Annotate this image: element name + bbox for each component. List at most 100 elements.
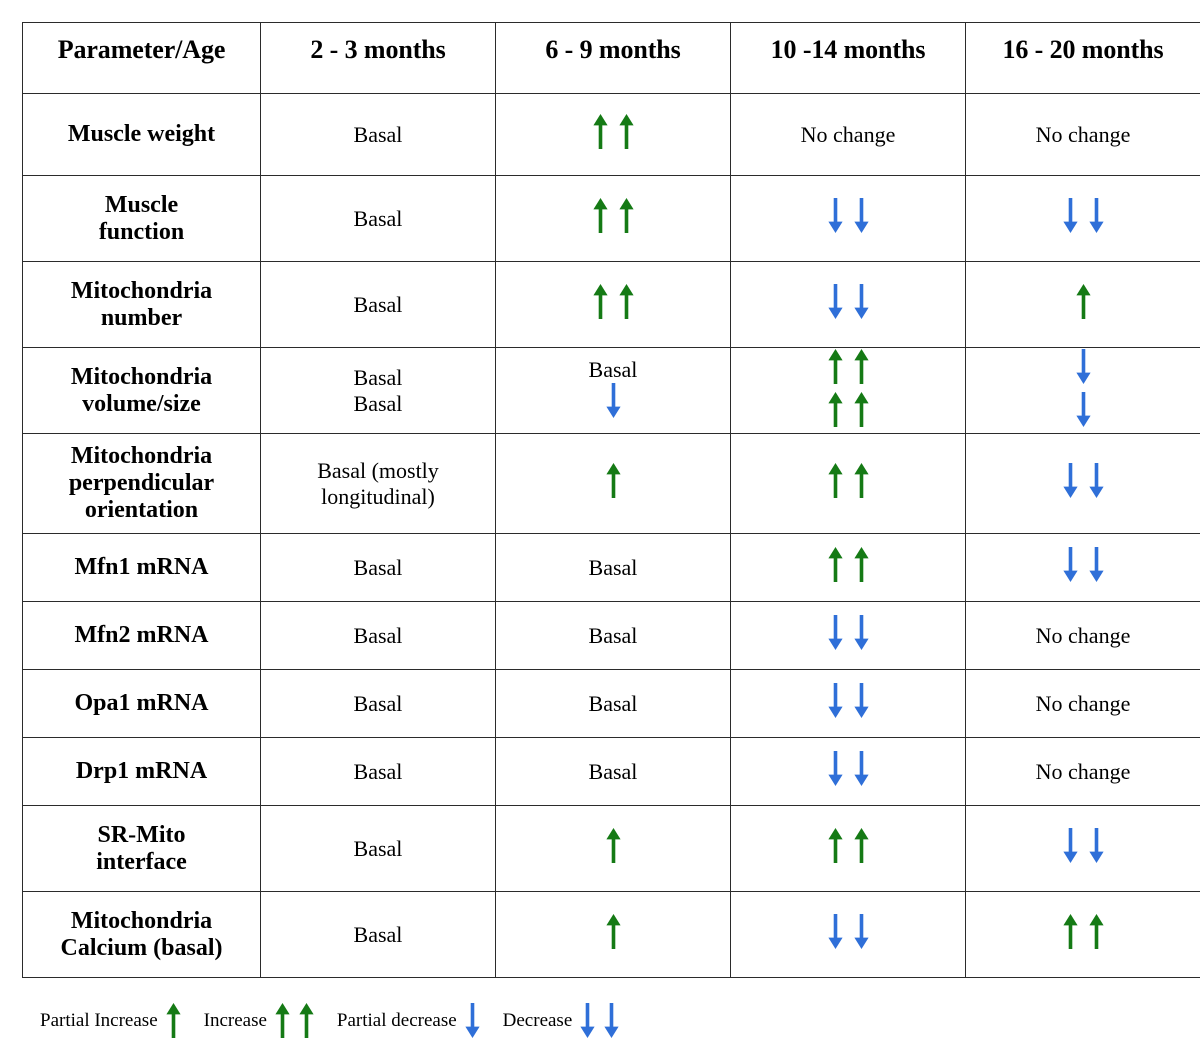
table-cell: No change bbox=[731, 94, 966, 176]
double-up-arrow-icon bbox=[827, 391, 870, 428]
cell-line: Basal bbox=[261, 206, 495, 231]
table-cell bbox=[496, 176, 731, 262]
legend-item-label: Partial Increase bbox=[40, 1010, 158, 1032]
double-down-arrow-icon bbox=[1062, 462, 1105, 499]
up-arrow-icon bbox=[605, 827, 622, 864]
table-cell bbox=[731, 176, 966, 262]
cell-value-text: Basal (mostly bbox=[317, 458, 439, 483]
up-arrow-icon bbox=[827, 462, 844, 499]
up-arrow-icon bbox=[274, 1002, 291, 1039]
double-down-arrow-icon bbox=[1062, 197, 1105, 234]
up-arrow-icon bbox=[1088, 913, 1105, 950]
cell-line: No change bbox=[966, 122, 1200, 147]
row-parameter-line: perpendicular bbox=[23, 470, 260, 497]
up-arrow-icon bbox=[1075, 283, 1092, 320]
table-cell bbox=[496, 806, 731, 892]
down-arrow-icon bbox=[1075, 391, 1092, 428]
cell-line bbox=[496, 197, 730, 239]
table-row: Mfn1 mRNABasalBasal bbox=[23, 534, 1200, 602]
cell-line bbox=[966, 913, 1200, 955]
row-parameter-line: volume/size bbox=[23, 391, 260, 418]
row-parameter-line: Mitochondria bbox=[23, 908, 260, 935]
down-arrow-icon bbox=[1088, 197, 1105, 234]
down-arrow-icon bbox=[827, 614, 844, 651]
table-row: MusclefunctionBasal bbox=[23, 176, 1200, 262]
table-cell bbox=[966, 176, 1200, 262]
cell-line bbox=[966, 283, 1200, 325]
up-arrow-icon bbox=[165, 1002, 182, 1039]
cell-line bbox=[496, 827, 730, 869]
down-arrow-icon bbox=[1062, 197, 1079, 234]
up-arrow-icon bbox=[1062, 913, 1079, 950]
table-cell: Basal bbox=[496, 738, 731, 806]
up-arrow-icon bbox=[827, 348, 844, 385]
up-arrow-icon bbox=[618, 113, 635, 150]
cell-line bbox=[731, 913, 965, 955]
cell-line bbox=[966, 462, 1200, 504]
cell-line: Basal bbox=[261, 391, 495, 416]
table-row: SR-MitointerfaceBasal bbox=[23, 806, 1200, 892]
cell-value-text: Basal bbox=[354, 122, 403, 147]
cell-value-text: No change bbox=[1036, 691, 1131, 716]
cell-line: No change bbox=[731, 122, 965, 147]
cell-line bbox=[731, 614, 965, 656]
down-arrow-icon bbox=[1088, 827, 1105, 864]
cell-line bbox=[496, 113, 730, 155]
legend-item: Partial decrease bbox=[337, 1002, 481, 1039]
table-cell bbox=[496, 434, 731, 534]
table-cell bbox=[731, 738, 966, 806]
up-arrow-icon bbox=[853, 827, 870, 864]
table-cell bbox=[966, 892, 1200, 978]
down-arrow-icon bbox=[827, 913, 844, 950]
row-parameter-label: Mitochondriavolume/size bbox=[23, 348, 261, 434]
cell-line bbox=[966, 546, 1200, 588]
table-cell bbox=[496, 94, 731, 176]
table-cell bbox=[966, 262, 1200, 348]
table-row: MitochondriaCalcium (basal)Basal bbox=[23, 892, 1200, 978]
cell-value-text: Basal bbox=[589, 357, 638, 382]
double-up-arrow-icon bbox=[592, 283, 635, 320]
row-parameter-line: Muscle bbox=[23, 192, 260, 219]
cell-value-text: Basal bbox=[354, 623, 403, 648]
row-parameter-label: Mitochondrianumber bbox=[23, 262, 261, 348]
double-up-arrow-icon bbox=[1062, 913, 1105, 950]
table-body: Muscle weightBasalNo changeNo changeMusc… bbox=[23, 94, 1200, 978]
table-cell bbox=[966, 534, 1200, 602]
table-cell bbox=[496, 262, 731, 348]
cell-line: Basal bbox=[496, 759, 730, 784]
down-arrow-icon bbox=[827, 750, 844, 787]
up-arrow-icon bbox=[618, 283, 635, 320]
down-arrow-icon bbox=[1062, 546, 1079, 583]
table-cell bbox=[731, 348, 966, 434]
table-cell bbox=[731, 602, 966, 670]
legend-item-label: Decrease bbox=[503, 1010, 573, 1032]
cell-line bbox=[496, 382, 730, 424]
down-arrow-icon bbox=[853, 750, 870, 787]
parameter-age-table: Parameter/Age2 - 3 months6 - 9 months10 … bbox=[22, 22, 1200, 978]
down-arrow-icon bbox=[853, 682, 870, 719]
up-arrow-icon bbox=[592, 283, 609, 320]
column-header-label: 10 -14 months bbox=[731, 35, 965, 81]
table-row: Muscle weight Basal No changeNo change bbox=[23, 94, 1200, 176]
cell-line bbox=[966, 827, 1200, 869]
double-up-arrow-icon bbox=[274, 1002, 315, 1039]
cell-value-text: Basal bbox=[589, 623, 638, 648]
double-down-arrow-icon bbox=[827, 682, 870, 719]
cell-line bbox=[731, 682, 965, 724]
row-parameter-line: interface bbox=[23, 849, 260, 876]
row-parameter-line: SR-Mito bbox=[23, 822, 260, 849]
row-parameter-label: Musclefunction bbox=[23, 176, 261, 262]
double-down-arrow-icon bbox=[1062, 546, 1105, 583]
row-parameter-line: Mitochondria bbox=[23, 364, 260, 391]
table-cell: Basal bbox=[261, 176, 496, 262]
table-cell: BasalBasal bbox=[261, 348, 496, 434]
table-cell: Basal bbox=[496, 602, 731, 670]
row-parameter-line: Muscle weight bbox=[23, 121, 260, 148]
legend-item: Partial Increase bbox=[40, 1002, 182, 1039]
table-cell: Basal bbox=[261, 806, 496, 892]
up-arrow-icon bbox=[1075, 283, 1092, 320]
down-arrow-icon bbox=[827, 283, 844, 320]
table-cell: Basal bbox=[496, 670, 731, 738]
column-header-age-2: 6 - 9 months bbox=[496, 23, 731, 94]
cell-value-text: longitudinal) bbox=[321, 484, 435, 509]
